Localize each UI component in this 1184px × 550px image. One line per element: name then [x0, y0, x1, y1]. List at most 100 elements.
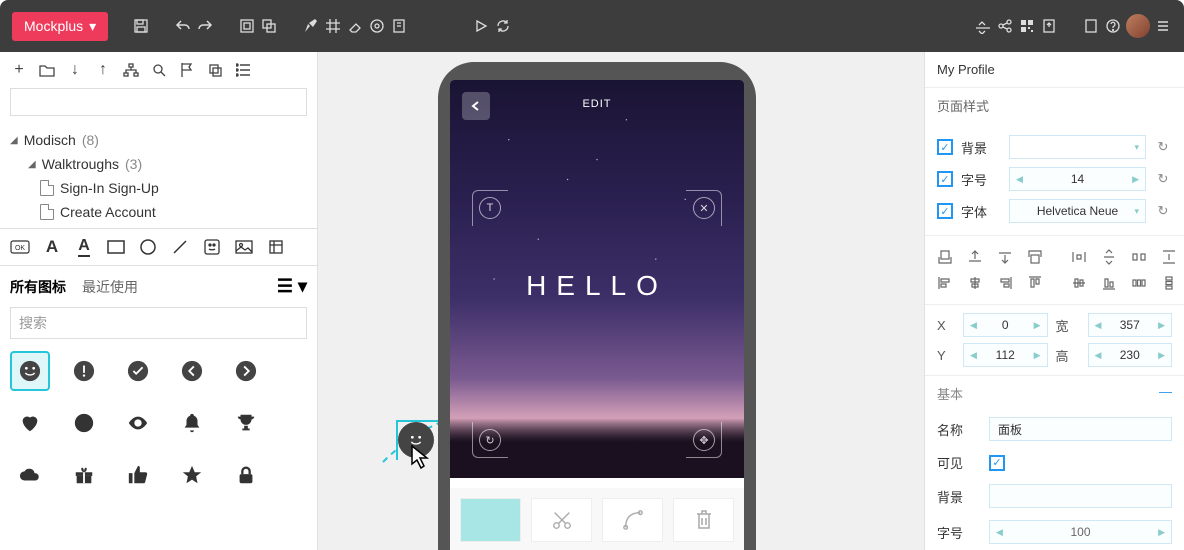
w-input[interactable]: ◀357▶ — [1088, 313, 1173, 337]
star-icon[interactable] — [172, 455, 212, 495]
corner-close-tool[interactable]: ✕ — [686, 190, 722, 226]
fontsize-checkbox[interactable]: ✓ — [937, 171, 953, 187]
smile-icon[interactable] — [10, 351, 50, 391]
share-icon[interactable] — [996, 17, 1014, 35]
bg-color-input[interactable]: ▾ — [1009, 135, 1146, 159]
gift-icon[interactable] — [64, 455, 104, 495]
canvas[interactable]: EDIT HELLO T ✕ ↻ ✥ — [318, 52, 924, 550]
play-icon[interactable] — [472, 17, 490, 35]
bell-icon[interactable] — [172, 403, 212, 443]
up-icon[interactable]: ↑ — [94, 61, 112, 79]
avatar[interactable] — [1126, 14, 1150, 38]
dist-h-icon[interactable] — [1071, 248, 1087, 266]
curve-tool[interactable] — [602, 498, 663, 542]
fontsize-input[interactable]: ◀14▶ — [1009, 167, 1146, 191]
visible-checkbox[interactable]: ✓ — [989, 455, 1005, 471]
collapse-icon[interactable]: — — [1159, 384, 1172, 403]
align-middle-icon[interactable] — [1071, 274, 1087, 292]
style-icon[interactable] — [302, 17, 320, 35]
line-icon[interactable] — [170, 237, 190, 257]
export-icon[interactable] — [1040, 17, 1058, 35]
check-icon[interactable] — [118, 351, 158, 391]
icon-menu[interactable]: ☰ ▾ — [277, 276, 307, 297]
fontfamily-checkbox[interactable]: ✓ — [937, 203, 953, 219]
name-input[interactable]: 面板 — [989, 417, 1172, 441]
dist-v-icon[interactable] — [1101, 248, 1117, 266]
brand-menu[interactable]: Mockplus ▾ — [12, 12, 108, 41]
group-icon[interactable] — [238, 17, 256, 35]
align-bottom-icon[interactable] — [1101, 274, 1117, 292]
menu-icon[interactable] — [1154, 17, 1172, 35]
bring-forward-icon[interactable] — [967, 248, 983, 266]
align-left-icon[interactable] — [937, 274, 953, 292]
sticker-icon[interactable] — [202, 237, 222, 257]
add-icon[interactable]: + — [10, 61, 28, 79]
page-icon[interactable] — [390, 17, 408, 35]
ok-button-icon[interactable]: OK — [10, 237, 30, 257]
sync-icon[interactable] — [494, 17, 512, 35]
basic-section-header[interactable]: 基本 — — [925, 375, 1184, 411]
page-search-input[interactable] — [10, 88, 307, 116]
corner-rotate-tool[interactable]: ↻ — [472, 422, 508, 458]
image-icon[interactable] — [234, 237, 254, 257]
text-icon[interactable]: A — [42, 237, 62, 257]
cut-tool[interactable] — [531, 498, 592, 542]
thumbs-up-icon[interactable] — [118, 455, 158, 495]
fontsize-input[interactable]: ◀100▶ — [989, 520, 1172, 544]
alert-icon[interactable] — [64, 351, 104, 391]
delete-tool[interactable] — [673, 498, 734, 542]
send-back-icon[interactable] — [1027, 248, 1043, 266]
cloud-icon[interactable] — [10, 455, 50, 495]
phone-screen[interactable]: EDIT HELLO T ✕ ↻ ✥ — [450, 80, 744, 550]
down-icon[interactable]: ↓ — [66, 61, 84, 79]
chevron-left-icon[interactable] — [172, 351, 212, 391]
bg-input[interactable] — [989, 484, 1172, 508]
grid-icon[interactable] — [324, 17, 342, 35]
equal-width-icon[interactable] — [1131, 248, 1147, 266]
tree-page[interactable]: Create Account — [10, 200, 307, 224]
pie-icon[interactable] — [64, 403, 104, 443]
dist-vertical-icon[interactable] — [1161, 274, 1177, 292]
h-input[interactable]: ◀230▶ — [1088, 343, 1173, 367]
ungroup-icon[interactable] — [260, 17, 278, 35]
undo-icon[interactable] — [174, 17, 192, 35]
trophy-icon[interactable] — [226, 403, 266, 443]
reset-icon[interactable]: ↻ — [1154, 170, 1172, 188]
align-top-icon[interactable] — [1027, 274, 1043, 292]
heart-icon[interactable] — [10, 403, 50, 443]
target-icon[interactable] — [368, 17, 386, 35]
icon-search-input[interactable]: 搜索 — [10, 307, 307, 339]
tab-all-icons[interactable]: 所有图标 — [10, 277, 66, 297]
dist-horizontal-icon[interactable] — [1131, 274, 1147, 292]
qr-icon[interactable] — [1018, 17, 1036, 35]
lock-icon[interactable] — [226, 455, 266, 495]
tree-folder[interactable]: ◢ Walktroughs (3) — [10, 152, 307, 176]
corner-move-tool[interactable]: ✥ — [686, 422, 722, 458]
flag-icon[interactable] — [178, 61, 196, 79]
device-icon[interactable] — [1082, 17, 1100, 35]
sitemap-icon[interactable] — [122, 61, 140, 79]
align-right-icon[interactable] — [997, 274, 1013, 292]
align-center-icon[interactable] — [967, 274, 983, 292]
bg-checkbox[interactable]: ✓ — [937, 139, 953, 155]
rectangle-icon[interactable] — [106, 237, 126, 257]
search-icon[interactable] — [150, 61, 168, 79]
reset-icon[interactable]: ↻ — [1154, 202, 1172, 220]
back-button[interactable] — [462, 92, 490, 120]
circle-icon[interactable] — [138, 237, 158, 257]
eye-icon[interactable] — [118, 403, 158, 443]
save-icon[interactable] — [132, 17, 150, 35]
tree-page[interactable]: Sign-In Sign-Up — [10, 176, 307, 200]
folder-icon[interactable] — [38, 61, 56, 79]
chevron-right-icon[interactable] — [226, 351, 266, 391]
reset-icon[interactable]: ↻ — [1154, 138, 1172, 156]
hello-text[interactable]: HELLO — [526, 270, 668, 302]
text-underline-icon[interactable]: A — [74, 237, 94, 257]
help-icon[interactable] — [1104, 17, 1122, 35]
tab-recent-icons[interactable]: 最近使用 — [82, 277, 138, 297]
eraser-icon[interactable] — [346, 17, 364, 35]
corner-text-tool[interactable]: T — [472, 190, 508, 226]
redo-icon[interactable] — [196, 17, 214, 35]
equal-height-icon[interactable] — [1161, 248, 1177, 266]
tree-project[interactable]: ◢ Modisch (8) — [10, 128, 307, 152]
